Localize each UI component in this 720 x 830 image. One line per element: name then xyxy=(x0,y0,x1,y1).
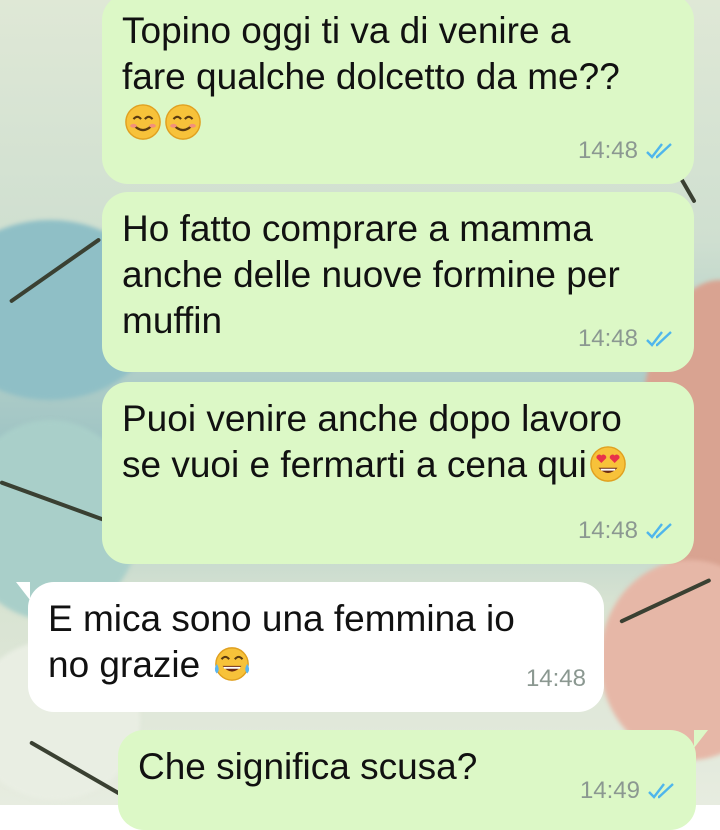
read-receipt-double-check-icon xyxy=(646,331,672,347)
message-time: 14:48 xyxy=(525,665,586,692)
message-meta: 14:48 xyxy=(578,128,676,174)
message-meta: 14:48 xyxy=(578,508,676,554)
message-text: Topino oggi ti va di venire a fare qualc… xyxy=(122,8,674,146)
message-time: 14:49 xyxy=(579,777,640,804)
tears-of-joy-emoji-icon xyxy=(214,647,249,681)
message-meta: 14:48 xyxy=(578,316,676,362)
message-text: E mica sono una femmina io no grazie xyxy=(48,598,515,685)
heart-eyes-emoji-icon xyxy=(589,446,626,482)
message-time: 14:48 xyxy=(577,325,638,352)
message-bubble-outgoing[interactable]: Che significa scusa? 14:49 xyxy=(118,730,708,830)
message-bubble-outgoing[interactable]: Ho fatto comprare a mamma anche delle nu… xyxy=(102,192,694,372)
smiling-face-emoji-icon xyxy=(165,104,201,140)
message-time: 14:48 xyxy=(577,517,638,544)
message-meta: 14:49 xyxy=(580,768,678,814)
read-receipt-double-check-icon xyxy=(648,783,674,799)
message-bubble-outgoing[interactable]: Topino oggi ti va di venire a fare qualc… xyxy=(102,0,694,184)
message-meta: 14:48 xyxy=(526,656,586,702)
message-bubble-incoming[interactable]: E mica sono una femmina io no grazie 14:… xyxy=(16,582,604,712)
smiling-face-emoji-icon xyxy=(125,104,161,140)
read-receipt-double-check-icon xyxy=(646,143,672,159)
message-time: 14:48 xyxy=(577,137,638,164)
read-receipt-double-check-icon xyxy=(646,523,672,539)
message-text: Puoi venire anche dopo lavoro se vuoi e … xyxy=(122,396,674,488)
message-bubble-outgoing[interactable]: Puoi venire anche dopo lavoro se vuoi e … xyxy=(102,382,694,564)
